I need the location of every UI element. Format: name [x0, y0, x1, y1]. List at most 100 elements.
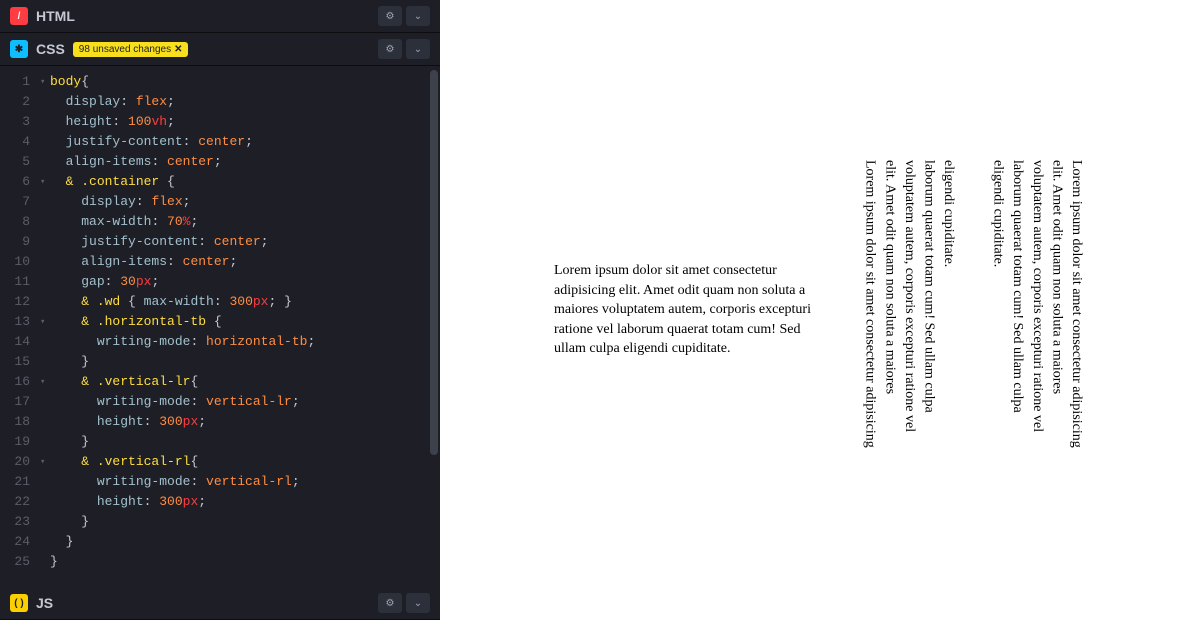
code-line[interactable]: 16▾ & .vertical-lr{ [0, 372, 440, 392]
code-line[interactable]: 12 & .wd { max-width: 300px; } [0, 292, 440, 312]
line-number: 6 [0, 172, 40, 192]
fold-icon [40, 292, 50, 312]
preview-container: Lorem ipsum dolor sit amet consectetur a… [554, 160, 1086, 460]
fold-icon [40, 132, 50, 152]
line-number: 24 [0, 532, 40, 552]
preview-horizontal-text: Lorem ipsum dolor sit amet consectetur a… [554, 261, 830, 359]
code-line[interactable]: 24 } [0, 532, 440, 552]
code-line[interactable]: 18 height: 300px; [0, 412, 440, 432]
fold-icon [40, 112, 50, 132]
line-number: 10 [0, 252, 40, 272]
fold-icon [40, 252, 50, 272]
line-number: 23 [0, 512, 40, 532]
fold-icon[interactable]: ▾ [40, 312, 50, 332]
code-line[interactable]: 13▾ & .horizontal-tb { [0, 312, 440, 332]
preview-vertical-lr-text: Lorem ipsum dolor sit amet consectetur a… [860, 160, 958, 460]
line-number: 21 [0, 472, 40, 492]
line-number: 15 [0, 352, 40, 372]
code-line[interactable]: 4 justify-content: center; [0, 132, 440, 152]
line-number: 22 [0, 492, 40, 512]
code-content: writing-mode: vertical-rl; [50, 472, 300, 492]
code-line[interactable]: 8 max-width: 70%; [0, 212, 440, 232]
code-line[interactable]: 3 height: 100vh; [0, 112, 440, 132]
html-settings-button[interactable]: ⚙ [378, 6, 402, 26]
fold-icon [40, 392, 50, 412]
css-collapse-button[interactable]: ⌄ [406, 39, 430, 59]
fold-icon[interactable]: ▾ [40, 172, 50, 192]
code-content: max-width: 70%; [50, 212, 198, 232]
chevron-down-icon: ⌄ [414, 44, 422, 55]
fold-icon [40, 532, 50, 552]
line-number: 3 [0, 112, 40, 132]
gear-icon: ⚙ [386, 598, 395, 609]
line-number: 1 [0, 72, 40, 92]
css-code-editor[interactable]: 1▾body{2 display: flex;3 height: 100vh;4… [0, 66, 440, 587]
line-number: 8 [0, 212, 40, 232]
line-number: 25 [0, 552, 40, 572]
code-content: } [50, 552, 58, 572]
code-line[interactable]: 2 display: flex; [0, 92, 440, 112]
fold-icon[interactable]: ▾ [40, 372, 50, 392]
code-line[interactable]: 23 } [0, 512, 440, 532]
html-collapse-button[interactable]: ⌄ [406, 6, 430, 26]
fold-icon[interactable]: ▾ [40, 452, 50, 472]
code-line[interactable]: 14 writing-mode: horizontal-tb; [0, 332, 440, 352]
code-line[interactable]: 6▾ & .container { [0, 172, 440, 192]
code-content: display: flex; [50, 192, 190, 212]
js-collapse-button[interactable]: ⌄ [406, 593, 430, 613]
code-line[interactable]: 11 gap: 30px; [0, 272, 440, 292]
html-panel-title: HTML [36, 8, 75, 24]
scrollbar[interactable] [430, 70, 438, 583]
code-content: & .vertical-rl{ [50, 452, 198, 472]
html-panel-header: / HTML ⚙ ⌄ [0, 0, 440, 33]
css-panel-header: ✱ CSS 98 unsaved changes ✕ ⚙ ⌄ [0, 33, 440, 66]
code-content: height: 300px; [50, 492, 206, 512]
css-icon: ✱ [10, 40, 28, 58]
fold-icon [40, 432, 50, 452]
code-line[interactable]: 19 } [0, 432, 440, 452]
fold-icon [40, 232, 50, 252]
code-line[interactable]: 10 align-items: center; [0, 252, 440, 272]
fold-icon [40, 492, 50, 512]
js-settings-button[interactable]: ⚙ [378, 593, 402, 613]
js-panel-title: JS [36, 595, 53, 611]
gear-icon: ⚙ [386, 44, 395, 55]
line-number: 2 [0, 92, 40, 112]
fold-icon [40, 192, 50, 212]
fold-icon [40, 352, 50, 372]
code-content: & .horizontal-tb { [50, 312, 222, 332]
code-line[interactable]: 15 } [0, 352, 440, 372]
code-content: } [50, 432, 89, 452]
line-number: 17 [0, 392, 40, 412]
fold-icon [40, 412, 50, 432]
css-settings-button[interactable]: ⚙ [378, 39, 402, 59]
close-icon[interactable]: ✕ [174, 44, 182, 55]
code-content: } [50, 512, 89, 532]
code-content: body{ [50, 72, 89, 92]
code-line[interactable]: 25} [0, 552, 440, 572]
html-icon: / [10, 7, 28, 25]
code-line[interactable]: 7 display: flex; [0, 192, 440, 212]
code-content: writing-mode: vertical-lr; [50, 392, 300, 412]
code-content: & .wd { max-width: 300px; } [50, 292, 300, 312]
code-line[interactable]: 22 height: 300px; [0, 492, 440, 512]
code-content: gap: 30px; [50, 272, 159, 292]
code-line[interactable]: 9 justify-content: center; [0, 232, 440, 252]
code-line[interactable]: 1▾body{ [0, 72, 440, 92]
code-line[interactable]: 17 writing-mode: vertical-lr; [0, 392, 440, 412]
chevron-down-icon: ⌄ [414, 598, 422, 609]
code-line[interactable]: 5 align-items: center; [0, 152, 440, 172]
fold-icon [40, 272, 50, 292]
line-number: 4 [0, 132, 40, 152]
code-content: } [50, 352, 89, 372]
line-number: 16 [0, 372, 40, 392]
fold-icon [40, 472, 50, 492]
fold-icon[interactable]: ▾ [40, 72, 50, 92]
scrollbar-thumb[interactable] [430, 70, 438, 455]
code-content: & .vertical-lr{ [50, 372, 198, 392]
code-content: height: 300px; [50, 412, 206, 432]
unsaved-changes-badge[interactable]: 98 unsaved changes ✕ [73, 42, 189, 57]
code-line[interactable]: 20▾ & .vertical-rl{ [0, 452, 440, 472]
code-line[interactable]: 21 writing-mode: vertical-rl; [0, 472, 440, 492]
fold-icon [40, 552, 50, 572]
